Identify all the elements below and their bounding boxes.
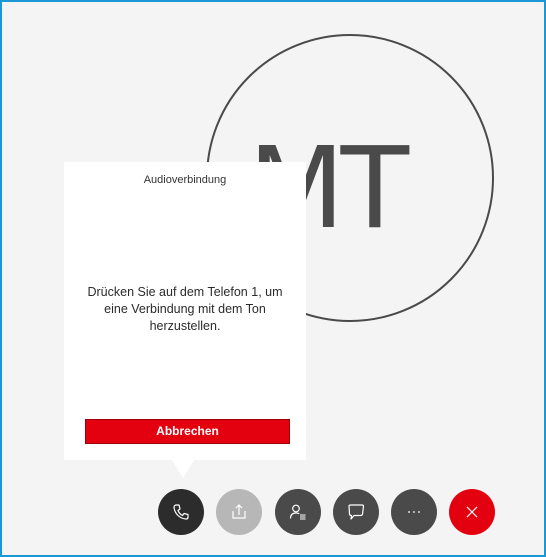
audio-connection-popup: Audioverbindung Drücken Sie auf dem Tele… <box>64 162 306 460</box>
cancel-button[interactable]: Abbrechen <box>85 419 290 444</box>
more-icon <box>404 502 424 522</box>
phone-button[interactable] <box>158 489 204 535</box>
phone-icon <box>171 502 191 522</box>
share-button[interactable] <box>216 489 262 535</box>
popup-message: Drücken Sie auf dem Telefon 1, um eine V… <box>87 285 283 333</box>
meeting-window: MT Audioverbindung Drücken Sie auf dem T… <box>0 0 546 557</box>
share-icon <box>229 502 249 522</box>
chat-button[interactable] <box>333 489 379 535</box>
chat-icon <box>346 502 366 522</box>
hang-up-button[interactable] <box>449 489 495 535</box>
participants-button[interactable] <box>275 489 321 535</box>
participants-icon <box>288 502 308 522</box>
popup-title: Audioverbindung <box>143 174 227 186</box>
popup-caret <box>172 460 194 478</box>
close-icon <box>462 502 482 522</box>
more-options-button[interactable] <box>391 489 437 535</box>
